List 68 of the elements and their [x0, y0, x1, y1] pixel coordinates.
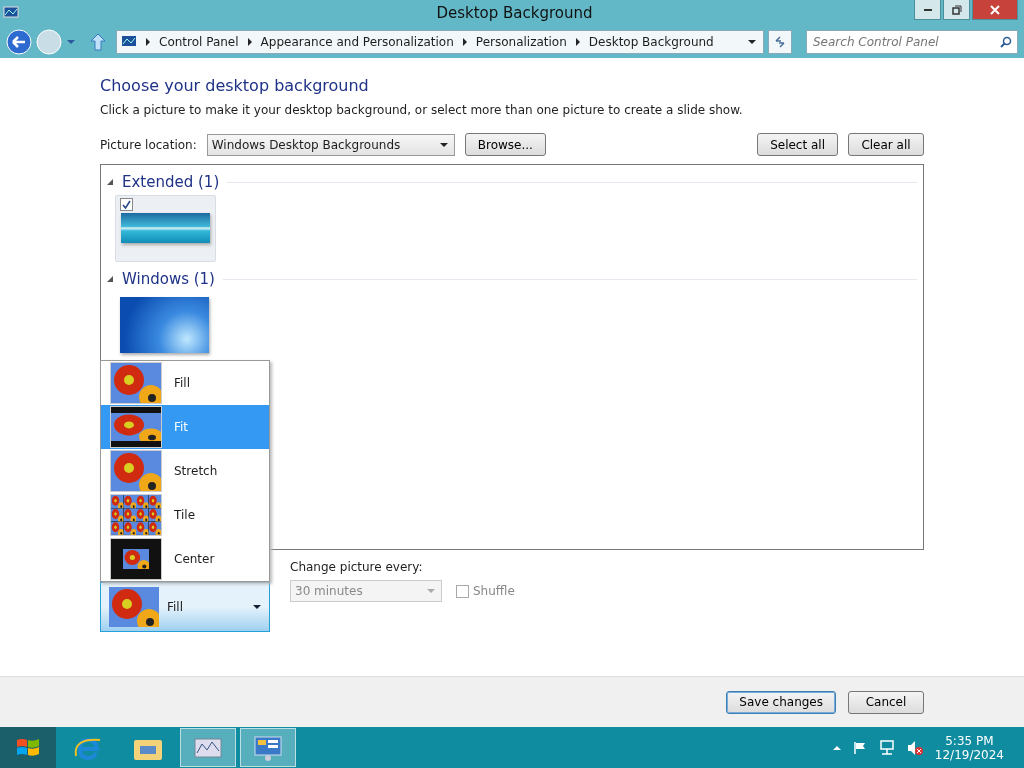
search-icon — [1000, 36, 1012, 48]
position-option[interactable]: Center — [101, 537, 269, 581]
monitor-icon — [3, 6, 19, 20]
dropdown-arrow-icon — [439, 141, 448, 148]
control-panel-icon — [121, 35, 137, 49]
taskbar-app-button[interactable] — [180, 728, 236, 767]
clock-date[interactable]: 12/19/2024 — [934, 747, 1004, 762]
dropdown-arrow-icon — [427, 588, 435, 594]
dialog-button[interactable]: Save changes — [726, 690, 836, 714]
minimize-button[interactable] — [914, 0, 941, 20]
chevron-icon — [461, 38, 468, 46]
minimize-icon — [923, 8, 932, 11]
chevron-icon — [145, 38, 151, 46]
position-option[interactable]: Stretch — [101, 449, 269, 493]
picture-position-dropdown[interactable]: Fill — [100, 582, 270, 632]
address-bar[interactable]: Control Panel Appearance and Personalization Personalization Desktop Background — [116, 30, 764, 54]
collapse-triangle-icon[interactable] — [107, 178, 114, 186]
selection-button[interactable]: Clear all — [848, 133, 924, 156]
dropdown-arrow-icon — [253, 604, 261, 610]
wallpaper-thumbnail[interactable] — [121, 213, 210, 243]
breadcrumb-item[interactable]: Control Panel — [159, 35, 239, 49]
checkbox[interactable] — [120, 198, 133, 211]
clock-time[interactable]: 5:35 PM — [945, 733, 994, 748]
flower-thumbnail-icon — [110, 450, 162, 492]
show-hidden-icons-icon[interactable] — [832, 744, 841, 751]
restore-icon — [951, 4, 962, 15]
position-option[interactable]: Fill — [101, 361, 269, 405]
taskbar-app-button[interactable] — [240, 728, 296, 767]
up-arrow-icon[interactable] — [90, 33, 106, 51]
flower-thumbnail-icon — [109, 587, 159, 627]
flower-thumbnail-icon — [110, 538, 162, 580]
network-icon[interactable] — [878, 739, 895, 756]
flower-thumbnail-icon — [110, 494, 162, 536]
dialog-button[interactable]: Cancel — [848, 690, 924, 714]
flag-icon[interactable] — [852, 740, 867, 755]
group-heading[interactable]: Extended (1) — [122, 173, 220, 191]
breadcrumb-item[interactable]: Desktop Background — [588, 35, 714, 49]
selection-button[interactable]: Select all — [757, 133, 838, 156]
dropdown-arrow-icon[interactable] — [747, 38, 757, 46]
control-panel-icon — [252, 733, 284, 762]
position-option[interactable]: Tile — [101, 493, 269, 537]
picture-location-label: Picture location: — [100, 137, 197, 152]
muted-speaker-icon[interactable] — [906, 739, 923, 756]
back-button[interactable] — [6, 29, 32, 55]
page-heading: Choose your desktop background — [100, 76, 370, 95]
picture-location-dropdown[interactable]: Windows Desktop Backgrounds — [206, 133, 455, 156]
breadcrumb-item[interactable]: Personalization — [475, 35, 567, 49]
start-button[interactable] — [0, 727, 56, 768]
wallpaper-thumbnail[interactable] — [120, 297, 209, 353]
refresh-button[interactable] — [768, 30, 792, 54]
group-heading[interactable]: Windows (1) — [122, 270, 215, 288]
collapse-triangle-icon[interactable] — [107, 275, 114, 283]
breadcrumb-item[interactable]: Appearance and Personalization — [260, 35, 454, 49]
forward-button[interactable] — [36, 29, 62, 55]
search-field[interactable]: Search Control Panel — [806, 30, 1018, 54]
selected-picture-tile[interactable] — [115, 195, 216, 262]
close-icon — [990, 4, 1000, 15]
change-picture-label: Change picture every: — [290, 560, 424, 574]
close-button[interactable] — [972, 0, 1018, 20]
restore-button[interactable] — [943, 0, 970, 20]
flower-thumbnail-icon — [110, 362, 162, 404]
refresh-icon — [773, 35, 787, 49]
browse-button[interactable]: Browse... — [464, 133, 546, 156]
flower-thumbnail-icon — [110, 406, 162, 448]
description-text: Click a picture to make it your desktop background, or select more than one picture to create a slide show. — [100, 103, 744, 117]
chevron-icon — [246, 38, 253, 46]
window-title: Desktop Background — [435, 4, 594, 22]
chevron-icon — [574, 38, 581, 46]
